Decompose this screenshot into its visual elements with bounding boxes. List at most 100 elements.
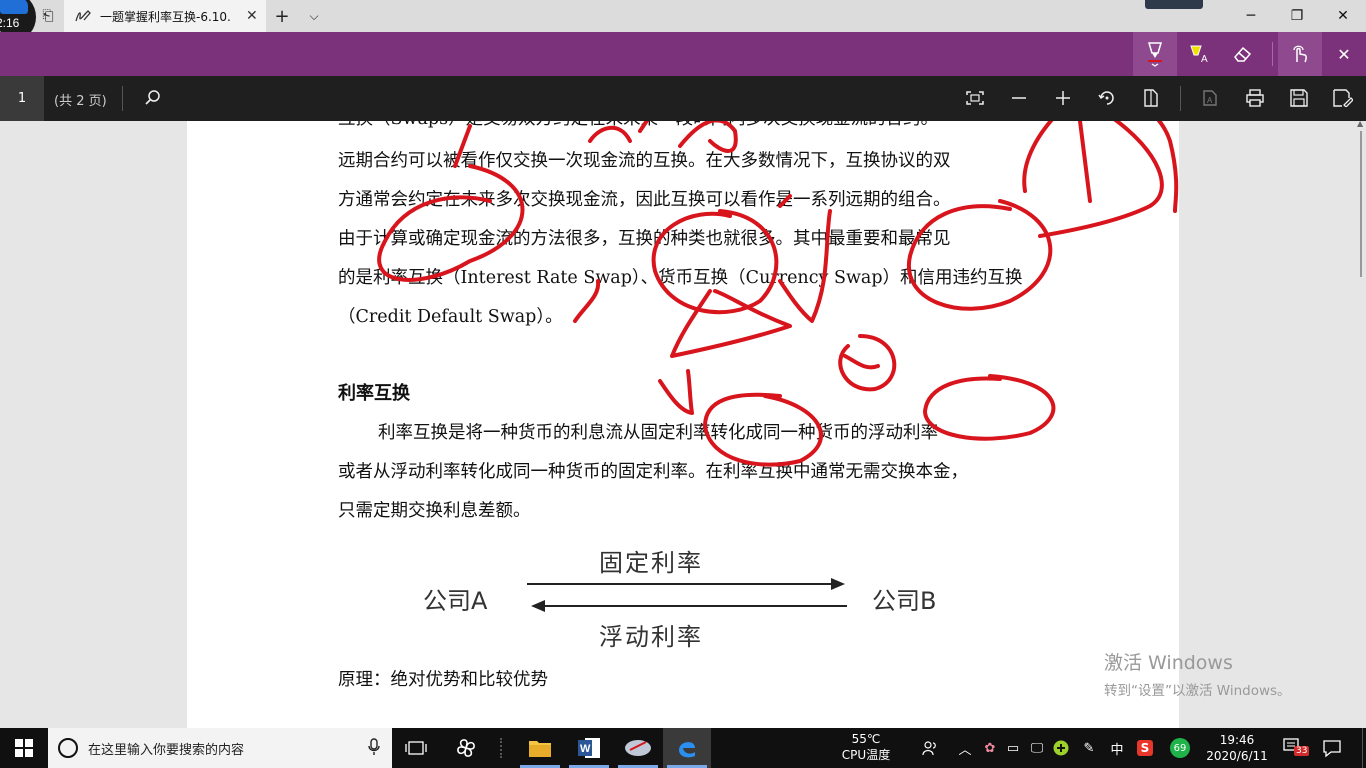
close-button[interactable]: ✕ xyxy=(1320,0,1366,32)
word-icon: W xyxy=(578,738,600,758)
sogou-letter: S xyxy=(1137,740,1153,756)
save-icon xyxy=(1290,89,1308,107)
drawing-app-button[interactable] xyxy=(614,728,662,768)
edge-button[interactable] xyxy=(663,728,711,768)
principle-text: 原理：绝对优势和比较优势 xyxy=(338,670,548,690)
paragraph-line: 只需定期交换利息差额。 xyxy=(338,501,531,521)
toolbar-divider xyxy=(1180,86,1181,111)
start-button[interactable] xyxy=(0,728,48,768)
zoom-in-button[interactable] xyxy=(1048,83,1078,113)
cpu-temperature: 55℃ CPU温度 xyxy=(838,731,894,763)
ballpoint-pen-button[interactable] xyxy=(1133,32,1177,76)
taskbar-search-box[interactable]: 在这里输入你要搜索的内容 xyxy=(48,728,392,768)
ink-document-icon xyxy=(75,10,91,22)
svg-text:A: A xyxy=(1207,96,1213,105)
file-explorer-button[interactable] xyxy=(516,728,564,768)
paragraph-line: 利率互换是将一种货币的利息流从固定利率转化成同一种货币的浮动利率 xyxy=(378,423,938,443)
svg-text:W: W xyxy=(580,743,591,755)
restore-button[interactable]: ❐ xyxy=(1274,0,1320,32)
find-button[interactable] xyxy=(138,83,168,113)
network-icon[interactable]: 🖵 xyxy=(1027,738,1047,758)
clock-time: 19:46 xyxy=(1219,733,1255,747)
minus-icon xyxy=(1012,97,1026,99)
scroll-up-icon[interactable]: ▲ xyxy=(1357,121,1363,128)
green-plus-icon xyxy=(1053,740,1069,756)
read-aloud-button[interactable]: A xyxy=(1196,83,1226,113)
search-icon xyxy=(145,90,160,105)
page-total: (共 2 页) xyxy=(54,94,107,109)
tab-active[interactable]: 一题掌握利率互换-6.10. ✕ xyxy=(64,0,266,32)
word-button[interactable]: W xyxy=(565,728,613,768)
tab-list-button[interactable]: ⌵ xyxy=(304,6,324,26)
drawing-app-icon xyxy=(625,740,651,756)
print-button[interactable] xyxy=(1240,83,1270,113)
green-status-count: 69 xyxy=(1170,738,1190,758)
page-view-button[interactable] xyxy=(1136,83,1166,113)
taskbar: 在这里输入你要搜索的内容 W 55℃ CPU温度 ︿ ✿ ▭ 🖵 ✎ 中 S 6… xyxy=(0,728,1366,768)
touch-hand-icon xyxy=(1293,45,1307,63)
folder-icon xyxy=(529,741,551,757)
watermark-title: 激活 Windows xyxy=(1104,652,1233,674)
minimize-button[interactable]: ─ xyxy=(1228,0,1274,32)
pinwheel-app-button[interactable] xyxy=(442,728,490,768)
swap-diagram: 固定利率 公司A 公司B 浮动利率 xyxy=(417,541,977,653)
toolbar-divider xyxy=(1272,42,1273,66)
ime-button[interactable]: 中 xyxy=(1107,738,1127,758)
paragraph-line: 由于计算或确定现金流的方法很多，互换的种类也就很多。其中最重要和最常见 xyxy=(338,229,951,249)
document-viewport[interactable]: 互换（Swaps）是交易双方约定在未来某一段时间内多次交换现金流的合约。 远期合… xyxy=(0,121,1366,728)
cpu-temperature-label: CPU温度 xyxy=(841,748,891,762)
pdf-page: 互换（Swaps）是交易双方约定在未来某一段时间内多次交换现金流的合约。 远期合… xyxy=(187,121,1179,728)
touch-writing-button[interactable] xyxy=(1278,32,1322,76)
zoom-out-button[interactable] xyxy=(1004,83,1034,113)
system-clock[interactable]: 19:46 2020/6/11 xyxy=(1202,732,1272,764)
green-status-icon[interactable]: 69 xyxy=(1170,738,1190,758)
notification-count: 33 xyxy=(1294,746,1310,756)
save-button[interactable] xyxy=(1284,83,1314,113)
section-heading: 利率互换 xyxy=(338,383,410,404)
paragraph-line: 互换（Swaps）是交易双方约定在未来某一段时间内多次交换现金流的合约。 xyxy=(338,121,938,130)
printer-icon xyxy=(1246,89,1264,107)
usb-drive-icon[interactable]: ▭ xyxy=(1003,738,1023,758)
close-ink-button[interactable]: ✕ xyxy=(1322,32,1366,76)
windows-logo-icon xyxy=(15,739,33,757)
scrollbar-thumb[interactable] xyxy=(1360,131,1362,277)
read-aloud-icon: A xyxy=(1203,90,1217,106)
activation-watermark: 激活 Windows 转到“设置”以激活 Windows。 xyxy=(1104,648,1291,699)
pen-input-icon[interactable]: ✎ xyxy=(1079,738,1099,758)
tab-close-button[interactable]: ✕ xyxy=(246,8,258,24)
search-placeholder: 在这里输入你要搜索的内容 xyxy=(88,742,245,758)
rotate-button[interactable] xyxy=(1092,83,1122,113)
people-icon[interactable] xyxy=(920,738,940,758)
paragraph-line: 或者从浮动利率转化成同一种货币的固定利率。在利率互换中通常无需交换本金， xyxy=(338,462,968,482)
title-bar: 2:16 ⎗ 一题掌握利率互换-6.10. ✕ + ⌵ ─ ❐ ✕ xyxy=(0,0,1366,40)
cloud-icon xyxy=(0,0,28,14)
tab-title: 一题掌握利率互换-6.10. xyxy=(100,9,231,24)
show-hidden-icons-button[interactable]: ︿ xyxy=(955,738,975,758)
cpu-temperature-value: 55℃ xyxy=(851,732,881,746)
highlighter-button[interactable]: A xyxy=(1177,32,1221,76)
show-desktop-button[interactable] xyxy=(1362,728,1366,768)
new-tab-button[interactable]: + xyxy=(272,6,292,27)
paragraph-line: （Credit Default Swap）。 xyxy=(338,307,563,327)
vertical-scrollbar[interactable]: ▲ xyxy=(1357,121,1364,281)
notification-center-button[interactable]: 33 xyxy=(1282,736,1310,760)
taskbar-divider xyxy=(500,738,502,758)
set-tabs-aside-icon[interactable]: ⎗ xyxy=(38,6,58,26)
watermark-subtitle: 转到“设置”以激活 Windows。 xyxy=(1104,683,1291,699)
ink-toolbar: A ✕ xyxy=(0,32,1366,76)
microphone-icon[interactable] xyxy=(368,738,380,756)
save-as-button[interactable] xyxy=(1328,83,1358,113)
security-app-icon[interactable] xyxy=(1051,738,1071,758)
toolbar-divider xyxy=(122,86,123,111)
company-a-label: 公司A xyxy=(423,587,488,615)
pink-app-icon[interactable]: ✿ xyxy=(980,738,1000,758)
company-b-label: 公司B xyxy=(872,587,937,615)
task-view-button[interactable] xyxy=(392,728,440,768)
pen-icon xyxy=(1147,42,1163,67)
sogou-input-icon[interactable]: S xyxy=(1135,738,1155,758)
page-number-input[interactable]: 1 xyxy=(0,76,44,121)
fit-to-page-button[interactable] xyxy=(960,83,990,113)
clock-date: 2020/6/11 xyxy=(1206,749,1268,763)
eraser-button[interactable] xyxy=(1221,32,1265,76)
action-center-button[interactable] xyxy=(1322,738,1342,762)
